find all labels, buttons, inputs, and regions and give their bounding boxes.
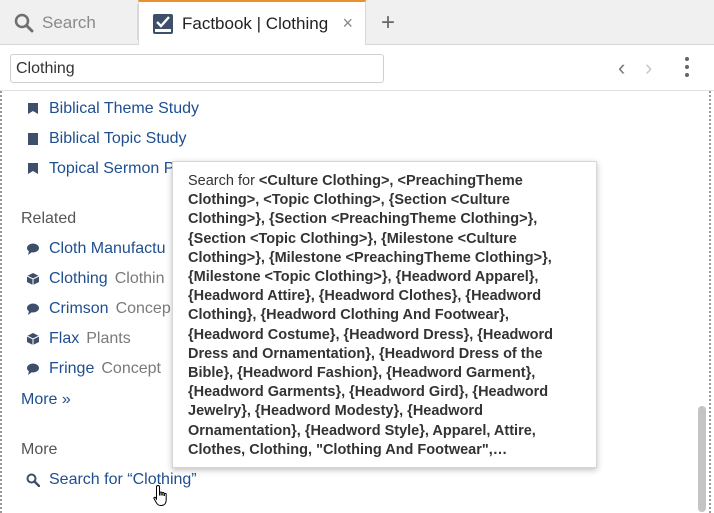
back-button[interactable]: ‹ xyxy=(618,55,625,81)
list-item[interactable]: Flax Plants xyxy=(26,330,131,348)
search-for-link[interactable]: Search for “Clothing” xyxy=(26,471,197,489)
guide-link[interactable]: Topical Sermon P xyxy=(49,160,174,178)
related-type: Plants xyxy=(86,330,131,347)
cube-icon xyxy=(26,333,40,345)
hand-cursor-icon xyxy=(153,484,167,506)
related-type: Clothin xyxy=(114,270,165,287)
search-icon xyxy=(26,473,40,487)
search-input[interactable] xyxy=(10,54,384,83)
guide-link[interactable]: Biblical Theme Study xyxy=(49,100,199,118)
tooltip-query: <Culture Clothing>, <PreachingTheme Clot… xyxy=(188,173,554,458)
more-related-link[interactable]: More » xyxy=(21,391,71,409)
list-item[interactable]: Topical Sermon P xyxy=(26,160,174,178)
related-link[interactable]: Cloth Manufactu xyxy=(49,240,166,258)
related-link[interactable]: Fringe xyxy=(49,360,94,378)
related-type: Concep xyxy=(115,300,171,317)
tab-bar: Search Factbook | Clothing × + xyxy=(0,0,714,46)
concept-icon xyxy=(27,303,39,315)
concept-icon xyxy=(27,243,39,255)
tab-search[interactable]: Search xyxy=(0,0,138,45)
close-icon[interactable]: × xyxy=(342,13,353,34)
guide-icon xyxy=(28,103,38,114)
guide-icon xyxy=(28,163,38,174)
concept-icon xyxy=(27,363,39,375)
guide-icon xyxy=(28,133,38,145)
toolbar: ‹ › xyxy=(0,45,714,91)
list-item[interactable]: Biblical Topic Study xyxy=(26,130,187,148)
more-heading: More xyxy=(21,441,58,458)
related-type: Concept xyxy=(101,360,161,377)
list-item[interactable]: Crimson Concep xyxy=(26,300,171,318)
factbook-icon xyxy=(153,14,173,34)
related-link[interactable]: Crimson xyxy=(49,300,109,318)
tab-label: Factbook | Clothing xyxy=(182,14,329,33)
list-item[interactable]: Cloth Manufactu xyxy=(26,240,166,258)
guide-link[interactable]: Biblical Topic Study xyxy=(49,130,187,148)
forward-button[interactable]: › xyxy=(645,55,652,81)
panel-border-left xyxy=(0,91,2,513)
tab-label: Search xyxy=(42,12,96,32)
related-link[interactable]: Flax xyxy=(49,330,79,348)
scrollbar[interactable] xyxy=(698,406,706,512)
more-options-icon[interactable] xyxy=(680,57,694,81)
search-icon xyxy=(14,13,34,32)
search-tooltip: Search for <Culture Clothing>, <Preachin… xyxy=(172,161,597,468)
related-link[interactable]: Clothing xyxy=(49,270,108,288)
tooltip-prefix: Search for xyxy=(188,173,259,189)
list-item[interactable]: Biblical Theme Study xyxy=(26,100,199,118)
add-tab-button[interactable]: + xyxy=(376,9,400,37)
panel-border-right xyxy=(709,91,711,513)
list-item[interactable]: Fringe Concept xyxy=(26,360,161,378)
related-heading: Related xyxy=(21,210,77,227)
list-item[interactable]: Clothing Clothin xyxy=(26,270,165,288)
cube-icon xyxy=(26,273,40,285)
search-for-label[interactable]: Search for “Clothing” xyxy=(49,471,197,489)
tab-factbook[interactable]: Factbook | Clothing × xyxy=(138,0,366,46)
